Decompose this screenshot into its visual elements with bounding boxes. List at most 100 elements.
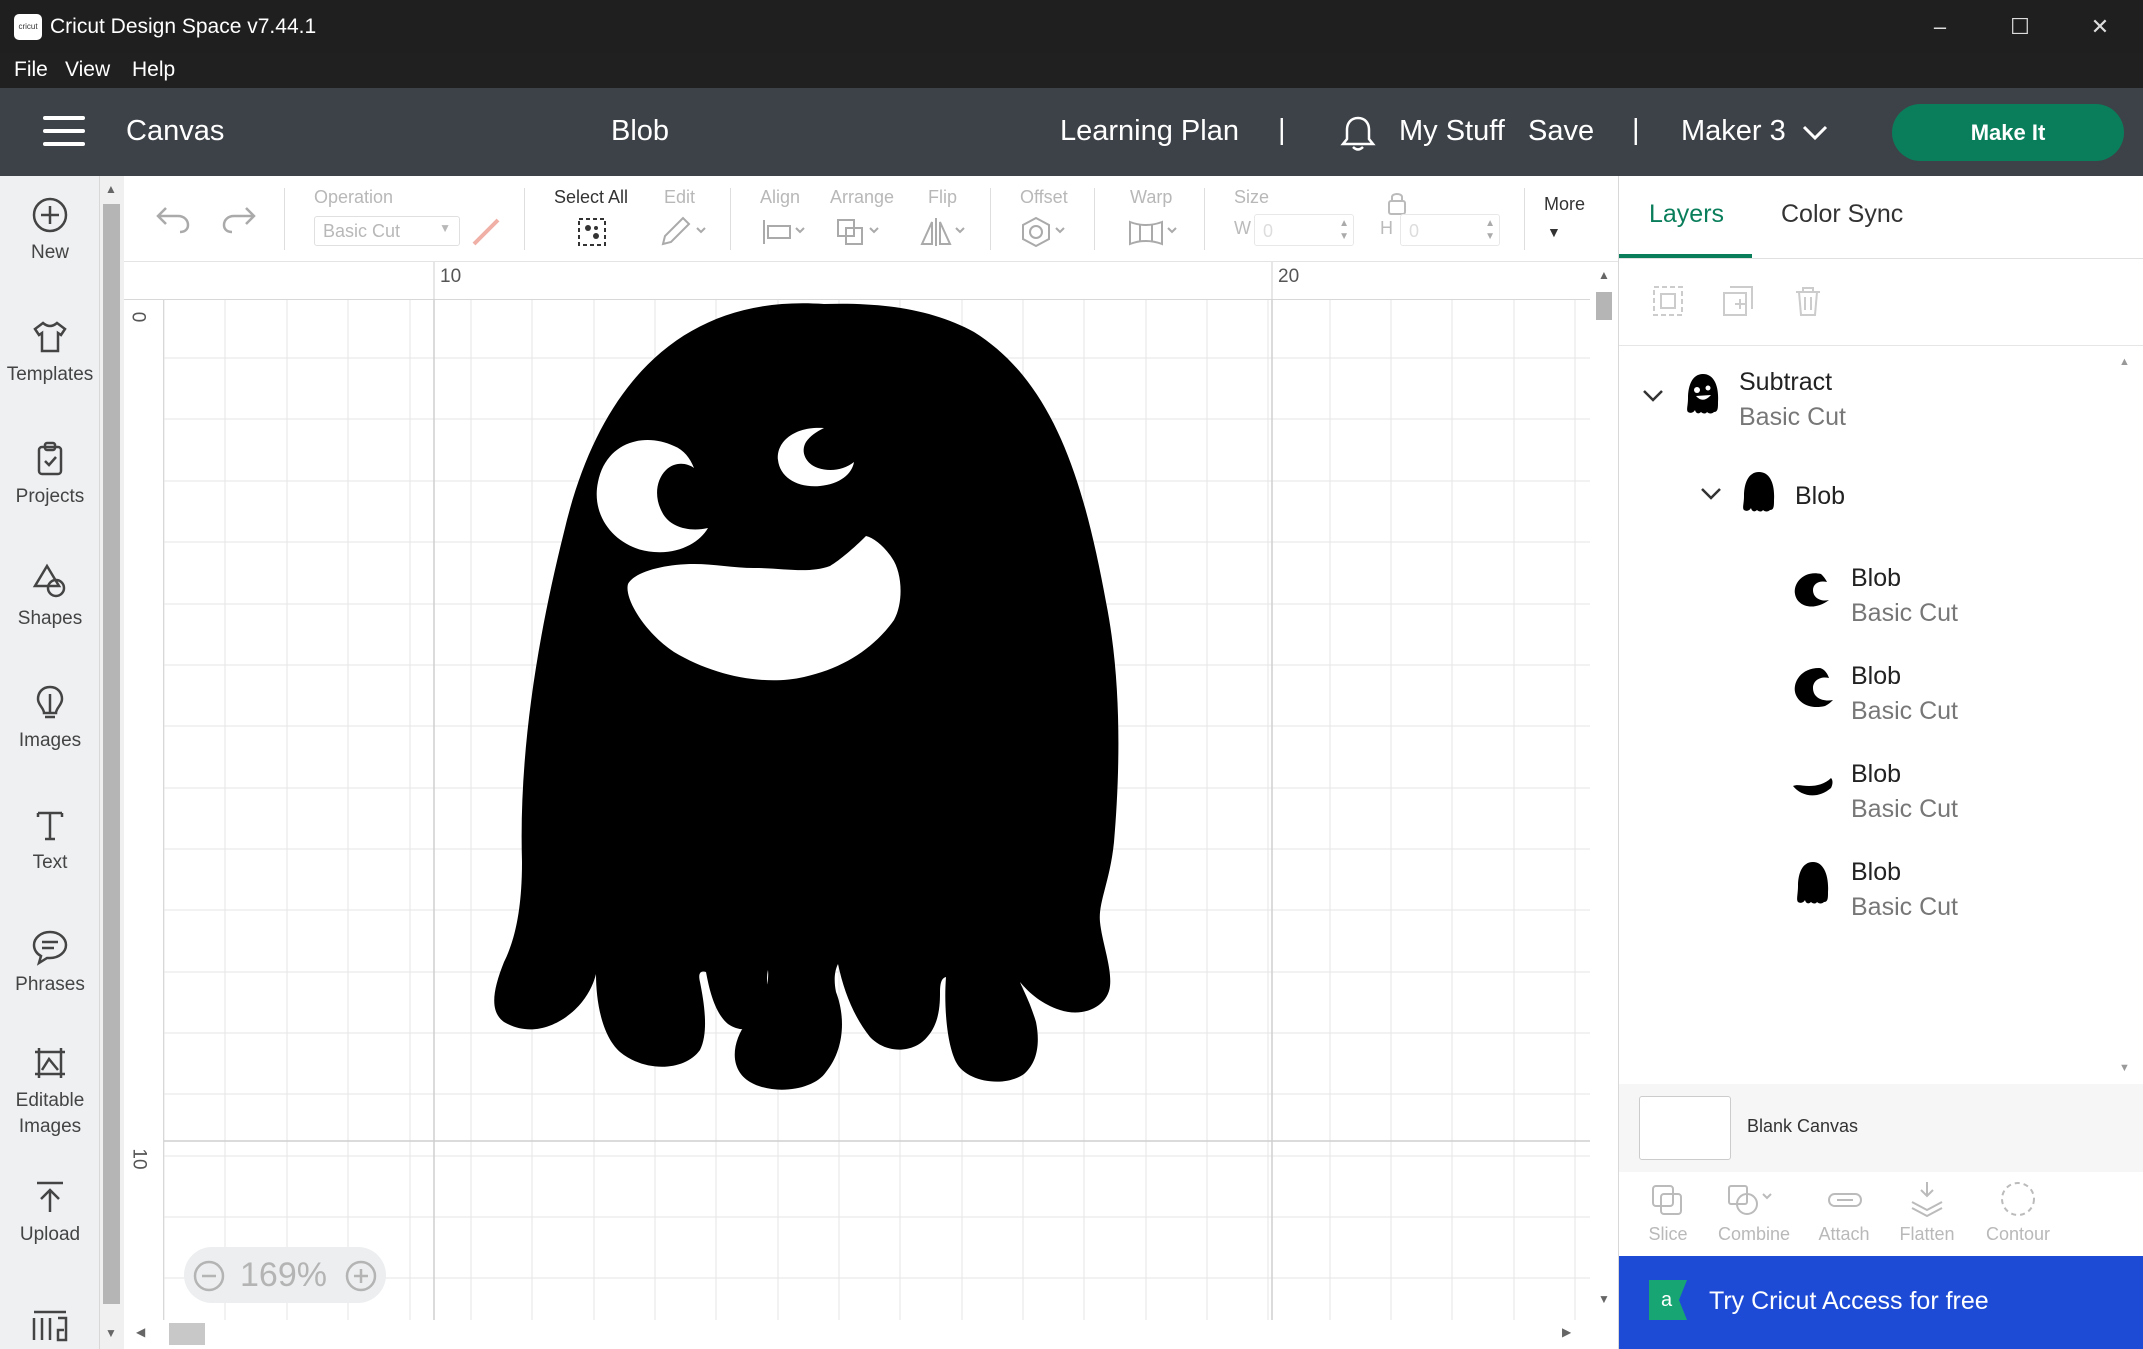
layer-blob-3-name[interactable]: Blob [1851,760,1901,789]
flatten-label[interactable]: Flatten [1882,1224,1972,1245]
collapse-chevron-icon[interactable] [1699,486,1723,502]
width-value: 0 [1263,221,1274,241]
menu-view[interactable]: View [65,58,110,82]
operation-select[interactable]: Basic Cut ▼ [314,216,460,246]
editable-images-button[interactable]: Editable Images [0,1044,100,1140]
canvas-vertical-thumb[interactable] [1596,292,1612,320]
canvas-scroll-right-icon[interactable]: ▶ [1562,1325,1571,1339]
layer-actions-bar: Slice Combine Attach Flatten Contour [1619,1172,2143,1252]
height-label: H [1380,218,1393,238]
templates-button[interactable]: Templates [0,318,100,388]
arrange-icon[interactable] [834,216,882,248]
edit-pencil-icon[interactable] [659,216,707,248]
no-color-swatch-icon[interactable] [470,216,502,248]
combine-icon[interactable] [1725,1182,1775,1218]
left-scrollbar-thumb[interactable] [103,204,120,1304]
cricut-logo: cricut [14,14,42,40]
clipboard-icon [37,441,63,476]
canvas-scroll-left-icon[interactable]: ◀ [136,1325,145,1339]
canvas-horizontal-scrollbar[interactable]: ◀ ▶ [124,1320,1618,1349]
upload-label: Upload [19,1224,81,1245]
menu-help[interactable]: Help [132,58,175,82]
save-button[interactable]: Save [1528,115,1594,148]
window-title: Cricut Design Space v7.44.1 [50,15,317,38]
slice-icon[interactable] [1649,1182,1685,1218]
projects-button[interactable]: Projects [0,440,100,510]
upload-button[interactable]: Upload [0,1178,100,1248]
shapes-label: Shapes [17,608,83,629]
zoom-out-icon[interactable] [192,1259,226,1293]
canvas-label: Canvas [126,115,225,147]
blob-body-shape[interactable] [494,303,1119,1090]
images-button[interactable]: Images [0,684,100,754]
scroll-down-arrow-icon[interactable]: ▼ [105,1326,117,1340]
flip-icon[interactable] [920,216,968,248]
scroll-up-arrow-icon[interactable]: ▲ [105,182,117,196]
flatten-icon[interactable] [1909,1180,1945,1218]
contour-label[interactable]: Contour [1973,1224,2063,1245]
height-input[interactable]: 0 ▲ ▼ [1400,214,1500,246]
align-icon[interactable] [760,216,808,248]
combine-label[interactable]: Combine [1709,1224,1799,1245]
monogram-icon[interactable] [30,1306,70,1342]
group-icon[interactable] [1651,284,1685,318]
layers-scroll-up-icon[interactable]: ▲ [2119,356,2130,368]
tab-layers[interactable]: Layers [1649,200,1724,229]
phrases-button[interactable]: Phrases [0,928,100,998]
project-name[interactable]: Blob [611,115,669,148]
hamburger-menu-icon[interactable] [43,116,85,148]
text-label: Text [32,852,68,873]
layers-scroll-down-icon[interactable]: ▼ [2119,1062,2130,1074]
attach-label[interactable]: Attach [1799,1224,1889,1245]
tab-color-sync[interactable]: Color Sync [1781,200,1903,229]
more-dropdown-icon[interactable]: ▼ [1547,224,1561,240]
layer-blob-group-name[interactable]: Blob [1795,482,1845,511]
blank-canvas-row[interactable]: Blank Canvas [1619,1084,2143,1172]
plus-circle-icon [32,197,68,233]
close-button[interactable]: ✕ [2080,10,2120,44]
contour-icon[interactable] [1999,1180,2037,1218]
zoom-in-icon[interactable] [344,1259,378,1293]
layer-blob-1-name[interactable]: Blob [1851,564,1901,593]
width-stepper-icon[interactable]: ▲ ▼ [1339,217,1349,243]
design-canvas[interactable] [124,262,1590,1325]
select-all-icon[interactable] [576,216,608,248]
layer-blob-4-name[interactable]: Blob [1851,858,1901,887]
text-button[interactable]: Text [0,806,100,876]
lock-icon[interactable] [1386,190,1408,216]
canvas-scroll-down-icon[interactable]: ▼ [1598,1292,1610,1306]
left-scrollbar[interactable]: ▲ ▼ [100,176,124,1349]
canvas-vertical-scrollbar[interactable]: ▲ ▼ [1590,262,1618,1325]
machine-selector[interactable]: Maker 3 [1681,115,1786,148]
learning-plan-link[interactable]: Learning Plan [1060,115,1239,148]
height-stepper-icon[interactable]: ▲ ▼ [1485,217,1495,243]
make-it-button[interactable]: Make It [1892,104,2124,161]
minimize-button[interactable]: – [1920,10,1960,44]
new-button[interactable]: New [0,196,100,266]
shapes-button[interactable]: Shapes [0,562,100,632]
more-label[interactable]: More [1544,194,1585,215]
my-stuff-link[interactable]: My Stuff [1399,115,1505,148]
blank-canvas-swatch[interactable] [1639,1096,1731,1160]
redo-icon[interactable] [220,204,258,234]
chevron-down-icon[interactable] [1802,124,1828,142]
collapse-chevron-icon[interactable] [1641,388,1665,404]
bell-icon[interactable] [1340,114,1376,152]
maximize-button[interactable]: ☐ [2000,10,2040,44]
attach-icon[interactable] [1825,1182,1865,1218]
delete-icon[interactable] [1791,284,1825,318]
layer-subtract-name[interactable]: Subtract [1739,368,1832,397]
canvas-scroll-up-icon[interactable]: ▲ [1598,268,1610,282]
offset-icon[interactable] [1020,216,1068,248]
slice-label[interactable]: Slice [1623,1224,1713,1245]
blob-design[interactable] [494,302,1224,1092]
layer-blob-2-name[interactable]: Blob [1851,662,1901,691]
new-label: New [30,242,69,263]
duplicate-icon[interactable] [1721,284,1755,318]
warp-icon[interactable] [1128,216,1182,248]
menu-file[interactable]: File [14,58,48,82]
cricut-access-banner[interactable]: a Try Cricut Access for free [1619,1256,2143,1349]
canvas-horizontal-thumb[interactable] [169,1323,205,1345]
undo-icon[interactable] [154,204,192,234]
width-input[interactable]: 0 ▲ ▼ [1254,214,1354,246]
